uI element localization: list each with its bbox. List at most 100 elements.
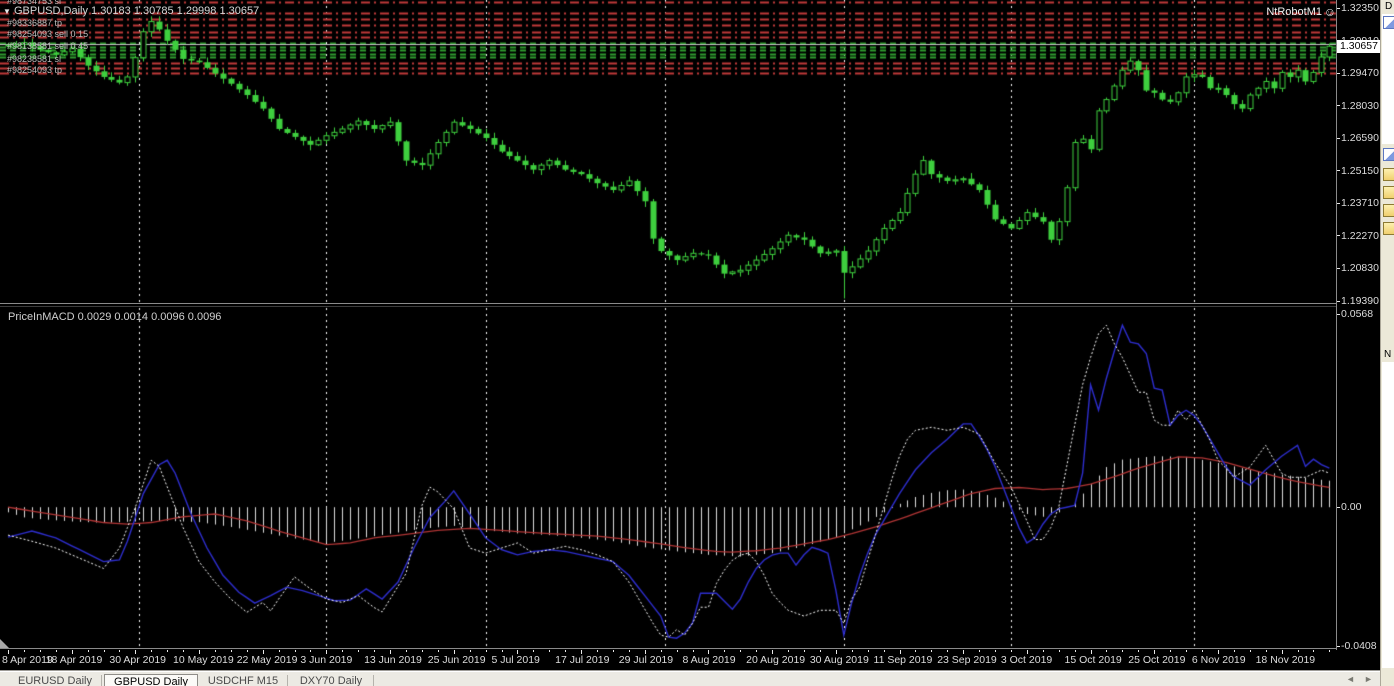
date-axis-minor-tick: [502, 650, 503, 652]
current-price-tag: 1.30657: [1337, 40, 1382, 53]
symbol-folder-icon[interactable]: [1383, 204, 1394, 217]
date-axis-minor-tick: [772, 650, 773, 652]
price-axis-label: 1.25150: [1341, 165, 1379, 177]
indicator-axis-tick: [1337, 314, 1340, 315]
tab-scroll-left-icon[interactable]: ◄: [1346, 672, 1355, 686]
docked-panel-sliver: D N: [1380, 0, 1394, 686]
price-axis-tick: [1337, 8, 1340, 9]
tab-scroll-right-icon[interactable]: ►: [1364, 672, 1373, 686]
date-axis-label: 20 Aug 2019: [746, 654, 805, 666]
symbol-folder-icon[interactable]: [1383, 222, 1394, 235]
date-axis-minor-tick: [295, 650, 296, 652]
date-axis-minor-tick: [868, 650, 869, 652]
date-axis-minor-tick: [804, 650, 805, 652]
date-axis-minor-tick: [724, 650, 725, 652]
date-axis-minor-tick: [884, 650, 885, 652]
date-axis-minor-tick: [1122, 650, 1123, 652]
date-axis-minor-tick: [915, 650, 916, 652]
date-axis-minor-tick: [1282, 650, 1283, 652]
date-axis-label: 13 Jun 2019: [364, 654, 422, 666]
symbol-folder-icon[interactable]: [1383, 186, 1394, 199]
indicator-label: PriceInMACD 0.0029 0.0014 0.0096 0.0096: [8, 311, 221, 323]
navigator-panel-letter: N: [1384, 349, 1391, 360]
price-axis-label: 1.19390: [1341, 295, 1379, 307]
date-axis-minor-tick: [979, 650, 980, 652]
date-axis-minor-tick: [740, 650, 741, 652]
date-axis-minor-tick: [263, 650, 264, 652]
date-axis-minor-tick: [581, 650, 582, 652]
price-axis-label: 1.29470: [1341, 67, 1379, 79]
date-axis-label: 8 Aug 2019: [682, 654, 735, 666]
price-axis-tick: [1337, 301, 1340, 302]
date-axis-minor-tick: [454, 650, 455, 652]
date-axis-minor-tick: [852, 650, 853, 652]
date-axis[interactable]: 8 Apr 201918 Apr 201930 Apr 201910 May 2…: [0, 650, 1380, 670]
date-axis-minor-tick: [215, 650, 216, 652]
date-axis-minor-tick: [931, 650, 932, 652]
date-axis-label: 6 Nov 2019: [1192, 654, 1246, 666]
indicator-pane-top-border: [0, 306, 1337, 307]
date-axis-label: 30 Aug 2019: [810, 654, 869, 666]
date-axis-minor-tick: [438, 650, 439, 652]
date-axis-label: 17 Jul 2019: [555, 654, 609, 666]
date-axis-minor-tick: [1266, 650, 1267, 652]
pane-splitter[interactable]: [0, 303, 1337, 304]
tab-usdchf-m15[interactable]: USDCHF M15: [200, 674, 286, 686]
date-axis-label: 10 May 2019: [173, 654, 234, 666]
price-axis-tick: [1337, 105, 1340, 106]
order-line-label: #98254093 tp: [7, 65, 62, 75]
date-axis-minor-tick: [597, 650, 598, 652]
subwindow-resize-grip[interactable]: [0, 639, 9, 648]
date-axis-minor-tick: [1154, 650, 1155, 652]
date-axis-minor-tick: [135, 650, 136, 652]
date-axis-minor-tick: [279, 650, 280, 652]
date-axis-label: 25 Jun 2019: [428, 654, 486, 666]
date-axis-minor-tick: [565, 650, 566, 652]
date-axis-minor-tick: [8, 650, 9, 652]
date-axis-minor-tick: [995, 650, 996, 652]
date-axis-minor-tick: [1106, 650, 1107, 652]
date-axis-minor-tick: [199, 650, 200, 652]
symbol-folder-icon[interactable]: [1383, 168, 1394, 181]
indicator-pane-bottom-border: [0, 648, 1337, 649]
date-axis-label: 22 May 2019: [237, 654, 298, 666]
date-axis-minor-tick: [645, 650, 646, 652]
order-line-label: #98734753 sl: [7, 0, 61, 6]
price-axis[interactable]: 1.323501.309101.294701.280301.265901.251…: [1337, 0, 1380, 650]
tab-eurusd-daily[interactable]: EURUSD Daily: [10, 674, 100, 686]
price-axis-tick: [1337, 138, 1340, 139]
date-axis-minor-tick: [677, 650, 678, 652]
date-axis-label: 5 Jul 2019: [491, 654, 539, 666]
date-axis-minor-tick: [963, 650, 964, 652]
tab-gbpusd-daily[interactable]: GBPUSD Daily: [104, 674, 198, 686]
date-axis-minor-tick: [1138, 650, 1139, 652]
order-line-label: #98254093 sell 0.15: [7, 29, 88, 39]
chart-doc-icon[interactable]: [1383, 148, 1394, 161]
date-axis-minor-tick: [72, 650, 73, 652]
date-axis-minor-tick: [1218, 650, 1219, 652]
chart-collapse-icon[interactable]: ▼: [3, 7, 11, 16]
ea-smiley-icon[interactable]: ☺: [1324, 5, 1336, 19]
date-axis-minor-tick: [24, 650, 25, 652]
date-axis-minor-tick: [358, 650, 359, 652]
date-axis-minor-tick: [374, 650, 375, 652]
date-axis-minor-tick: [88, 650, 89, 652]
date-axis-minor-tick: [422, 650, 423, 652]
price-axis-label: 1.20830: [1341, 262, 1379, 274]
price-axis-label: 1.23710: [1341, 197, 1379, 209]
date-axis-minor-tick: [613, 650, 614, 652]
date-axis-minor-tick: [247, 650, 248, 652]
price-chart-canvas[interactable]: [0, 0, 1337, 650]
date-axis-minor-tick: [1186, 650, 1187, 652]
date-axis-minor-tick: [231, 650, 232, 652]
date-axis-minor-tick: [661, 650, 662, 652]
order-line-label: #98238581 sl: [7, 54, 61, 64]
panel-list-area: [1382, 362, 1394, 668]
panel-list-area: [1382, 14, 1394, 144]
date-axis-minor-tick: [900, 650, 901, 652]
price-axis-tick: [1337, 235, 1340, 236]
chart-doc-icon[interactable]: [1383, 16, 1394, 29]
date-axis-minor-tick: [470, 650, 471, 652]
tab-dxy70-daily[interactable]: DXY70 Daily: [290, 674, 372, 686]
date-axis-minor-tick: [1059, 650, 1060, 652]
